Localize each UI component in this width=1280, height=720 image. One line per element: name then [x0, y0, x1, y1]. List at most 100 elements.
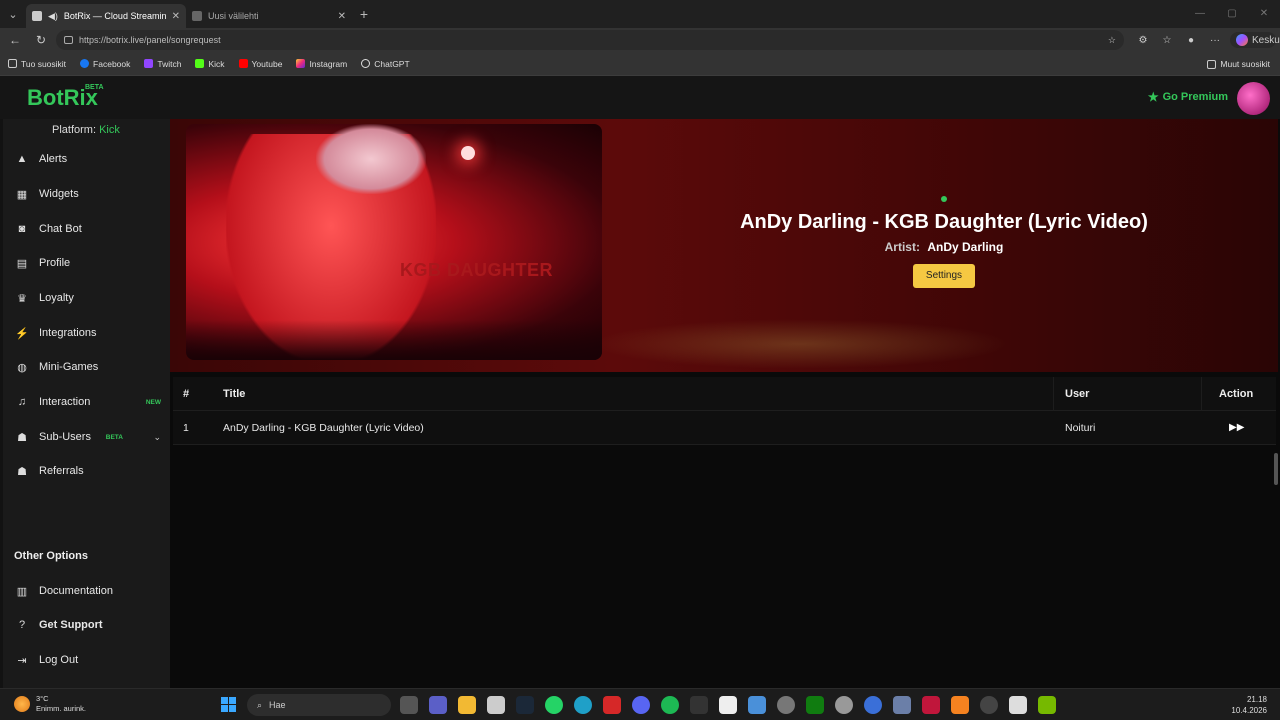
back-icon[interactable]: ←: [4, 29, 26, 51]
minimize-icon[interactable]: —: [1184, 0, 1216, 28]
question-icon: ?: [18, 619, 26, 631]
sidebar-item-log-out[interactable]: ⇥ Log Out: [15, 654, 163, 667]
go-premium-button[interactable]: ★ Go Premium: [1148, 90, 1228, 104]
settings-button[interactable]: Settings: [913, 264, 975, 288]
vlc-icon[interactable]: [951, 696, 969, 714]
column-title: Title: [223, 388, 246, 400]
youtube-icon: [238, 59, 248, 68]
page-icon: [192, 11, 202, 21]
more-icon[interactable]: ···: [1206, 35, 1224, 46]
maximize-icon[interactable]: ▢: [1216, 0, 1248, 28]
copilot-button[interactable]: Keskustelu: [1230, 32, 1280, 48]
sidebar-item-loyalty[interactable]: ♛ Loyalty: [15, 292, 163, 305]
video-thumbnail[interactable]: KGB DAUGHTER: [186, 124, 602, 360]
mail-icon[interactable]: [748, 696, 766, 714]
sidebar-item-interaction[interactable]: ♫ Interaction NEW: [15, 396, 163, 408]
sidebar-item-sub-users[interactable]: ☗ Sub-Users BETA ⌄: [15, 431, 163, 444]
bookmark-youtube[interactable]: Youtube: [238, 59, 282, 69]
sidebar-item-profile[interactable]: ▤ Profile: [15, 257, 163, 270]
file-explorer-icon[interactable]: [458, 696, 476, 714]
sidebar-item-get-support[interactable]: ? Get Support: [15, 619, 163, 631]
close-tab-icon[interactable]: ✕: [172, 11, 180, 22]
sun-icon: [14, 696, 30, 712]
id-card-icon: ▤: [16, 257, 28, 270]
now-playing-title: AnDy Darling - KGB Daughter (Lyric Video…: [740, 211, 1148, 233]
skip-icon[interactable]: ▶▶: [1229, 411, 1244, 445]
new-tab-button[interactable]: +: [352, 6, 376, 22]
browser-tab-strip: ⌄ ◀) BotRix — Cloud Streaming Bot ✕ Uusi…: [0, 0, 1280, 28]
extensions-icon[interactable]: ⚙: [1134, 35, 1152, 46]
whatsapp-icon[interactable]: [545, 696, 563, 714]
bookmark-kick[interactable]: Kick: [195, 59, 225, 69]
discord-icon[interactable]: [632, 696, 650, 714]
edge-icon[interactable]: [574, 696, 592, 714]
address-field[interactable]: https://botrix.live/panel/songrequest ☆: [56, 30, 1124, 50]
bookmark-other[interactable]: Muut suosikit: [1207, 52, 1270, 76]
xbox-icon[interactable]: [806, 696, 824, 714]
chevron-down-icon[interactable]: ⌄: [153, 432, 161, 443]
trophy-icon: ♛: [17, 292, 27, 305]
tab-new[interactable]: Uusi välilehti ✕: [186, 4, 352, 28]
browser-tools: ⚙ ☆ ● ··· Keskustelu: [1134, 32, 1280, 48]
refresh-icon[interactable]: ↻: [30, 29, 52, 51]
other-options-heading: Other Options: [14, 550, 88, 562]
windows-start-icon[interactable]: [221, 697, 236, 712]
sidebar-item-documentation[interactable]: ▥ Documentation: [15, 585, 163, 598]
ea-icon[interactable]: [864, 696, 882, 714]
bookmark-twitch[interactable]: Twitch: [144, 59, 181, 69]
app-g-icon[interactable]: [690, 696, 708, 714]
app-window-icon[interactable]: [1009, 696, 1027, 714]
ubisoft-icon[interactable]: [835, 696, 853, 714]
favorite-star-icon[interactable]: ☆: [1108, 35, 1116, 46]
scrollbar[interactable]: [1274, 453, 1278, 485]
bookmark-instagram[interactable]: Instagram: [296, 59, 347, 69]
window-controls: — ▢ ✕: [1184, 0, 1280, 28]
app-header: BotRix BETA ★ Go Premium: [0, 76, 1280, 119]
close-tab-icon[interactable]: ✕: [338, 11, 346, 22]
app-red-icon[interactable]: [922, 696, 940, 714]
speaker-icon[interactable]: ◀): [48, 11, 58, 22]
favorites-icon[interactable]: ☆: [1158, 35, 1176, 46]
table-row[interactable]: 1 AnDy Darling - KGB Daughter (Lyric Vid…: [173, 411, 1276, 445]
sidebar-item-mini-games[interactable]: ◍ Mini-Games: [15, 361, 163, 374]
playing-indicator: [941, 196, 947, 202]
app-l-icon[interactable]: [603, 696, 621, 714]
column-user: User: [1065, 388, 1090, 400]
brand-badge: BETA: [85, 84, 104, 91]
spotify-icon[interactable]: [661, 696, 679, 714]
bookmark-facebook[interactable]: Facebook: [80, 59, 130, 69]
settings-gear-icon[interactable]: [777, 696, 795, 714]
bookmark-chatgpt[interactable]: ChatGPT: [361, 59, 410, 69]
nvidia-icon[interactable]: [1038, 696, 1056, 714]
sidebar-item-widgets[interactable]: ▦ Widgets: [15, 188, 163, 201]
column-number: #: [183, 388, 190, 400]
gamepad-icon: ◍: [17, 361, 27, 374]
row-user: Noituri: [1065, 422, 1096, 434]
chrome-icon[interactable]: [980, 696, 998, 714]
system-clock[interactable]: 21.18 10.4.2026: [1231, 694, 1267, 716]
sidebar-item-chat-bot[interactable]: ◙ Chat Bot: [15, 223, 163, 235]
platform-indicator: Platform: Kick: [52, 124, 120, 136]
address-toolbar: ← ↻ https://botrix.live/panel/songreques…: [0, 28, 1280, 52]
tab-botrix[interactable]: ◀) BotRix — Cloud Streaming Bot ✕: [26, 4, 186, 28]
row-title: AnDy Darling - KGB Daughter (Lyric Video…: [223, 422, 424, 434]
profile-icon[interactable]: ●: [1182, 35, 1200, 46]
teams-icon[interactable]: [429, 696, 447, 714]
close-window-icon[interactable]: ✕: [1248, 0, 1280, 28]
folder-icon: [8, 59, 17, 68]
weather-widget[interactable]: 3°C Enimm. aurink.: [14, 694, 86, 714]
avatar[interactable]: [1237, 82, 1270, 115]
bookmark-import[interactable]: Tuo suosikit: [8, 59, 66, 69]
tab-actions-icon[interactable]: ⌄: [0, 0, 26, 28]
now-playing-artist: Artist: AnDy Darling: [884, 240, 1004, 254]
task-view-icon[interactable]: [400, 696, 418, 714]
sidebar-item-referrals[interactable]: ☗ Referrals: [15, 465, 163, 478]
app-gear-icon[interactable]: [893, 696, 911, 714]
twitch-icon: [144, 59, 154, 68]
sidebar-item-alerts[interactable]: ▲ Alerts: [15, 153, 163, 165]
store-icon[interactable]: [487, 696, 505, 714]
steam-icon[interactable]: [516, 696, 534, 714]
sidebar-item-integrations[interactable]: ⚡ Integrations: [15, 327, 163, 340]
notepad-icon[interactable]: [719, 696, 737, 714]
taskbar-search[interactable]: ⌕ Hae: [247, 694, 391, 716]
